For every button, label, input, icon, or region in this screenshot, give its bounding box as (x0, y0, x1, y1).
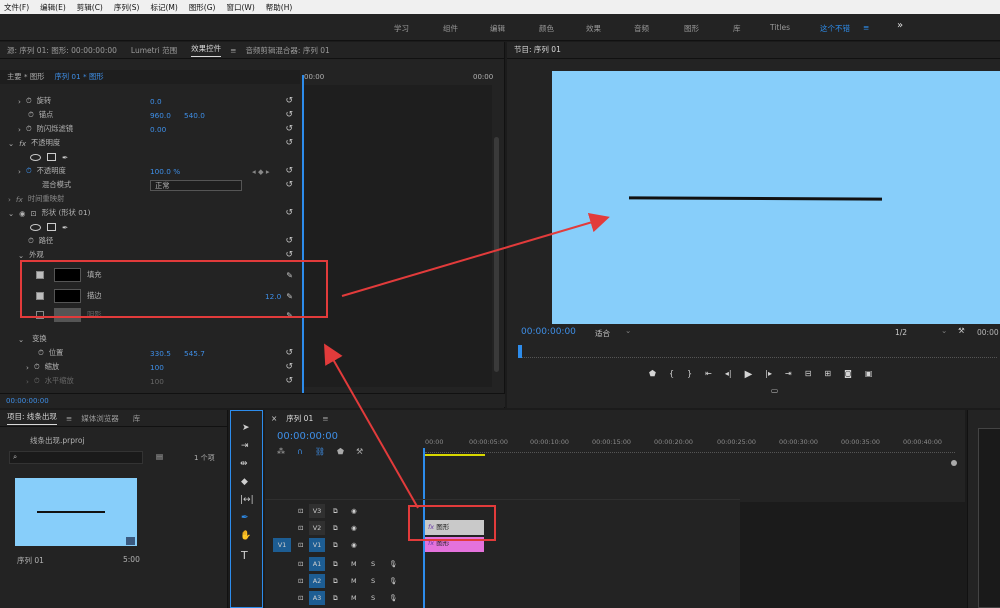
annotation-arrows (324, 212, 610, 509)
arrow-to-effect-controls (324, 343, 419, 509)
arrow-to-program (341, 212, 610, 297)
